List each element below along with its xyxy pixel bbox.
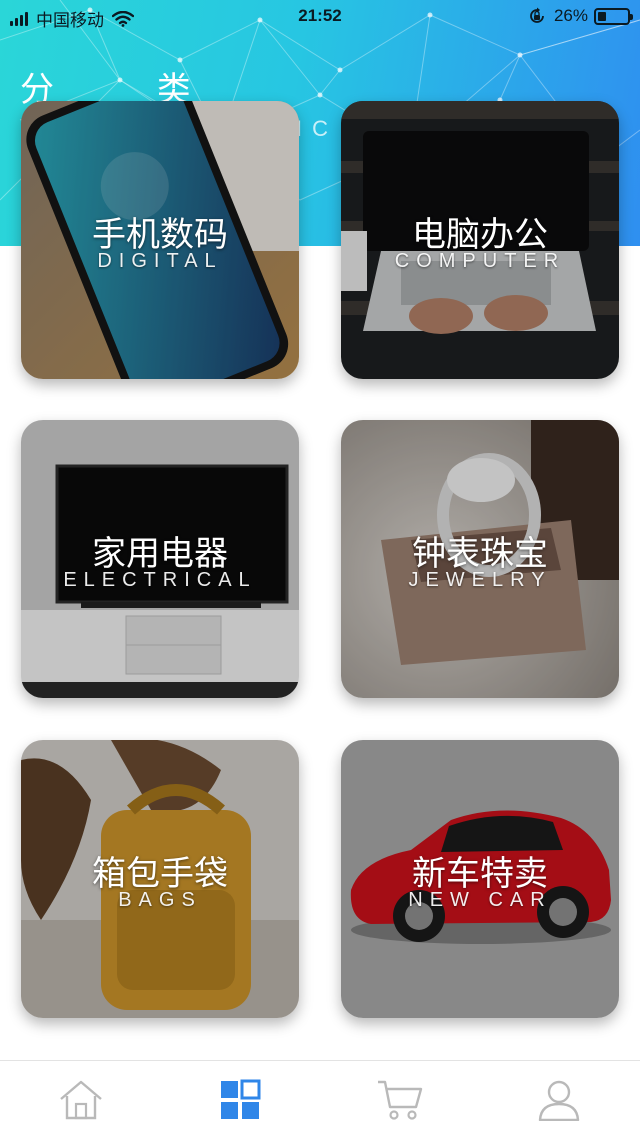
category-title: 箱包手袋 [92, 854, 228, 894]
cart-icon [378, 1080, 423, 1120]
category-subtitle: BAGS [118, 889, 202, 911]
category-subtitle: ELECTRICAL [63, 569, 257, 591]
profile-icon [538, 1080, 580, 1121]
rotation-lock-icon [530, 7, 544, 23]
category-card-electrical[interactable]: 家用电器 ELECTRICAL [21, 420, 299, 698]
category-title: 新车特卖 [412, 854, 548, 894]
battery-icon [594, 7, 633, 25]
battery-percent: 26% [553, 6, 588, 25]
category-title: 钟表珠宝 [412, 534, 548, 574]
tab-cart[interactable] [375, 1077, 425, 1123]
status-right: 26% [528, 6, 633, 26]
category-subtitle: DIGITAL [97, 250, 223, 272]
category-card-newcar[interactable]: 新车特卖 NEW CAR [341, 740, 619, 1018]
category-card-digital[interactable]: 手机数码 DIGITAL [21, 101, 299, 379]
category-card-jewelry[interactable]: 钟表珠宝 JEWELRY [341, 420, 619, 698]
tab-home[interactable] [56, 1077, 106, 1123]
category-card-bags[interactable]: 箱包手袋 BAGS [21, 740, 299, 1018]
tab-category[interactable] [215, 1077, 265, 1123]
tab-profile[interactable] [534, 1077, 584, 1123]
category-icon [221, 1079, 261, 1119]
category-subtitle: JEWELRY [408, 569, 552, 591]
status-bar: 中国移动 21:52 26% [0, 0, 640, 34]
category-title: 家用电器 [92, 534, 228, 574]
category-subtitle: NEW CAR [408, 889, 552, 911]
tab-bar [0, 1060, 640, 1137]
category-subtitle: COMPUTER [394, 250, 566, 272]
category-card-computer[interactable]: 电脑办公 COMPUTER [341, 101, 619, 379]
page-subtitle: IC [296, 116, 338, 141]
home-icon [60, 1080, 102, 1120]
category-title: 电脑办公 [412, 215, 548, 255]
category-title: 手机数码 [92, 215, 228, 255]
